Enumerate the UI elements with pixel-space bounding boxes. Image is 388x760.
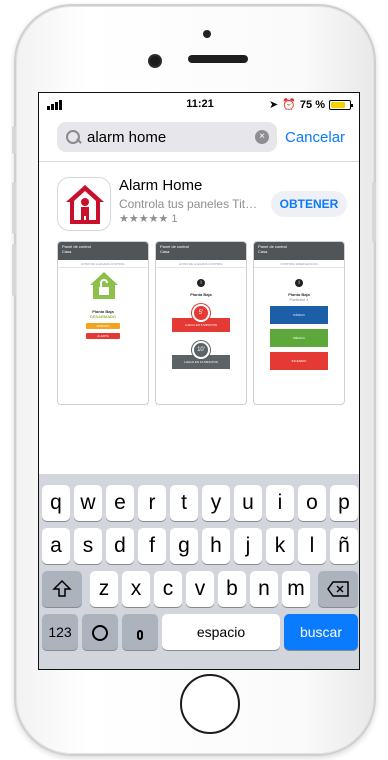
shot-tabs: AVISO DE LLEGADA CONTROL bbox=[156, 260, 246, 268]
screenshot-1[interactable]: Panel de control Casa AVISO DE LLEGADA C… bbox=[57, 241, 149, 405]
earpiece-speaker bbox=[188, 55, 248, 63]
key-z[interactable]: z bbox=[90, 571, 118, 607]
key-y[interactable]: y bbox=[202, 485, 230, 521]
shift-key[interactable] bbox=[42, 571, 82, 607]
shot-title: Planta Baja bbox=[190, 292, 212, 297]
shot-tabs: CONTROL EMERGENCIAS bbox=[254, 260, 344, 268]
key-v[interactable]: v bbox=[186, 571, 214, 607]
space-key[interactable]: espacio bbox=[162, 614, 280, 650]
screenshot-carousel[interactable]: Panel de control Casa AVISO DE LLEGADA C… bbox=[57, 241, 347, 407]
app-icon[interactable] bbox=[57, 177, 111, 231]
key-ñ[interactable]: ñ bbox=[330, 528, 358, 564]
key-d[interactable]: d bbox=[106, 528, 134, 564]
shift-icon bbox=[52, 579, 72, 597]
info-icon: i bbox=[156, 271, 246, 289]
dictation-key[interactable] bbox=[122, 614, 158, 650]
key-a[interactable]: a bbox=[42, 528, 70, 564]
key-n[interactable]: n bbox=[250, 571, 278, 607]
search-icon bbox=[65, 129, 81, 145]
shot-subtitle: Partición 1 bbox=[289, 297, 309, 302]
get-button[interactable]: OBTENER bbox=[271, 191, 347, 217]
volume-up-button bbox=[12, 182, 16, 234]
key-b[interactable]: b bbox=[218, 571, 246, 607]
front-camera bbox=[150, 56, 160, 66]
status-bar: 11:21 ➤ ⏰ 75 % bbox=[39, 93, 359, 115]
shot-nav: Casa bbox=[62, 249, 72, 254]
emoji-key[interactable] bbox=[82, 614, 118, 650]
app-name: Alarm Home bbox=[119, 177, 203, 194]
key-u[interactable]: u bbox=[234, 485, 262, 521]
shot-button: ALERTA bbox=[86, 333, 120, 339]
key-g[interactable]: g bbox=[170, 528, 198, 564]
key-f[interactable]: f bbox=[138, 528, 166, 564]
key-q[interactable]: q bbox=[42, 485, 70, 521]
search-input[interactable] bbox=[87, 128, 247, 146]
search-field[interactable]: × bbox=[57, 122, 277, 152]
alarm-icon: ⏰ bbox=[282, 99, 296, 111]
divider bbox=[39, 161, 359, 162]
info-icon: i bbox=[254, 271, 344, 289]
key-r[interactable]: r bbox=[138, 485, 166, 521]
keyboard-row-2: asdfghjklñ bbox=[39, 528, 359, 564]
numbers-key[interactable]: 123 bbox=[42, 614, 78, 650]
delete-key[interactable] bbox=[318, 571, 358, 607]
shot-button: ARMADO bbox=[86, 323, 120, 329]
rating: ★★★★★ 1 bbox=[119, 212, 178, 225]
backspace-icon bbox=[327, 581, 349, 597]
unlocked-house-icon bbox=[90, 272, 118, 299]
shot-nav: Casa bbox=[258, 249, 268, 254]
search-bar: × Cancelar bbox=[39, 119, 359, 153]
app-subtitle: Controla tus paneles Tita... bbox=[119, 197, 261, 211]
cancel-button[interactable]: Cancelar bbox=[285, 129, 345, 146]
shot-button: MÉDICA bbox=[270, 329, 328, 347]
key-j[interactable]: j bbox=[234, 528, 262, 564]
screenshot-2[interactable]: Panel de control Casa AVISO DE LLEGADA C… bbox=[155, 241, 247, 405]
microphone-icon bbox=[137, 630, 143, 640]
key-t[interactable]: t bbox=[170, 485, 198, 521]
search-key[interactable]: buscar bbox=[284, 614, 358, 650]
shot-button: PÁNICO bbox=[270, 306, 328, 324]
volume-down-button bbox=[12, 244, 16, 296]
key-i[interactable]: i bbox=[266, 485, 294, 521]
home-button[interactable] bbox=[180, 674, 240, 734]
key-m[interactable]: m bbox=[282, 571, 310, 607]
shot-state: DESARMADO bbox=[89, 314, 117, 319]
power-button bbox=[372, 182, 376, 242]
shot-button: LLEGO EN 5 MINUTOS bbox=[172, 318, 230, 332]
key-p[interactable]: p bbox=[330, 485, 358, 521]
shot-tabs: AVISO DE LLEGADA CONTROL bbox=[58, 260, 148, 268]
top-camera-dot bbox=[203, 30, 211, 38]
shot-button: LLEGO EN 10 MINUTOS bbox=[172, 355, 230, 369]
house-person-icon bbox=[66, 185, 104, 224]
app-result[interactable]: Alarm Home Controla tus paneles Tita... … bbox=[39, 173, 359, 233]
key-x[interactable]: x bbox=[122, 571, 150, 607]
screen: 11:21 ➤ ⏰ 75 % × Cancelar Alarm bbox=[38, 92, 360, 670]
shot-button: INCENDIO bbox=[270, 352, 328, 370]
emoji-icon bbox=[92, 625, 108, 641]
keyboard: qwertyuiop asdfghjklñ zxcvbnm 123 espaci… bbox=[39, 474, 359, 669]
keyboard-row-3: zxcvbnm bbox=[39, 571, 359, 607]
keyboard-row-4: 123 espacio buscar bbox=[39, 614, 359, 650]
key-o[interactable]: o bbox=[298, 485, 326, 521]
key-c[interactable]: c bbox=[154, 571, 182, 607]
screenshot-3[interactable]: Panel de control Casa CONTROL EMERGENCIA… bbox=[253, 241, 345, 405]
location-icon: ➤ bbox=[269, 99, 279, 111]
key-e[interactable]: e bbox=[106, 485, 134, 521]
mute-switch bbox=[12, 126, 16, 154]
key-k[interactable]: k bbox=[266, 528, 294, 564]
rating-count: 1 bbox=[171, 213, 178, 225]
key-l[interactable]: l bbox=[298, 528, 326, 564]
rating-stars: ★★★★★ bbox=[119, 213, 169, 225]
key-s[interactable]: s bbox=[74, 528, 102, 564]
clear-icon[interactable]: × bbox=[255, 130, 269, 144]
battery-percent: 75 % bbox=[299, 98, 325, 111]
battery-icon bbox=[329, 99, 353, 110]
key-w[interactable]: w bbox=[74, 485, 102, 521]
keyboard-row-1: qwertyuiop bbox=[39, 485, 359, 521]
key-h[interactable]: h bbox=[202, 528, 230, 564]
shot-nav: Casa bbox=[160, 249, 170, 254]
